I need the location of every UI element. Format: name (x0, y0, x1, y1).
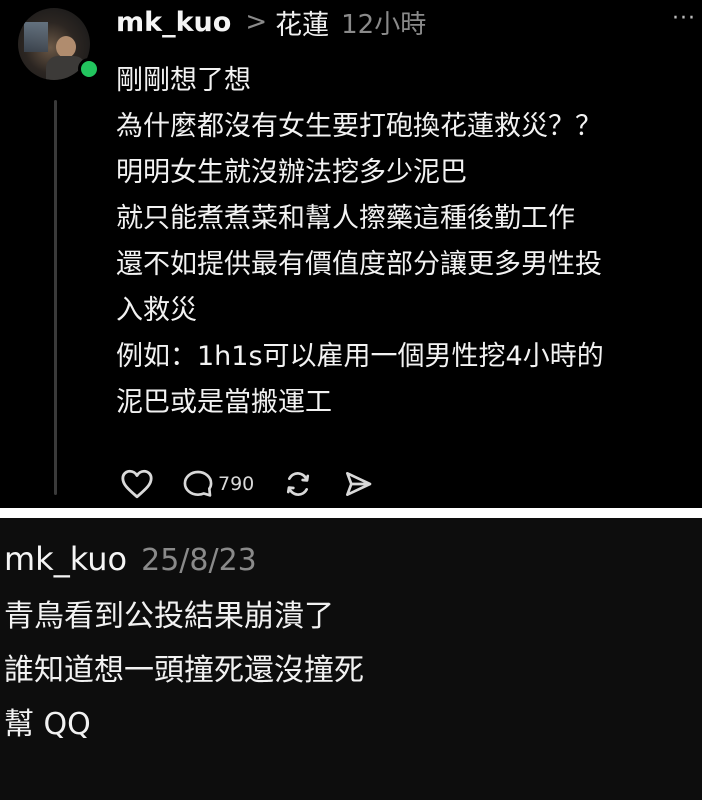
post-actions: 790 (120, 464, 374, 504)
chevron-right-icon: > (245, 7, 268, 37)
post-time: 12小時 (341, 9, 427, 40)
reply-body-line: 青鳥看到公投結果崩潰了 (4, 599, 334, 634)
heart-icon (120, 468, 154, 500)
more-options-icon[interactable]: ··· (672, 6, 696, 31)
reply-body: 青鳥看到公投結果崩潰了 誰知道想一頭撞死還沒撞死 幫 QQ (4, 590, 694, 752)
reply-header: mk_kuo 25/8/23 (4, 540, 257, 578)
comment-count: 790 (218, 473, 255, 495)
original-post: mk_kuo > 花蓮 12小時 ··· 剛剛想了想 為什麼都沒有女生要打砲換花… (0, 0, 702, 508)
reply-body-line: 幫 QQ (4, 707, 91, 742)
comment-bubble-icon (182, 468, 214, 500)
post-body-line: 泥巴或是當搬運工 (116, 387, 332, 418)
post-body-line: 剛剛想了想 (116, 65, 251, 96)
repost-button[interactable] (282, 468, 314, 500)
post-body-line: 就只能煮煮菜和幫人擦藥這種後勤工作 (116, 203, 575, 234)
topic-tag[interactable]: 花蓮 (275, 3, 329, 42)
post-body-line: 例如：1h1s可以雇用一個男性挖4小時的 (116, 341, 604, 372)
post-body-line: 還不如提供最有價值度部分讓更多男性投 (116, 249, 602, 280)
share-button[interactable] (342, 468, 374, 500)
like-button[interactable] (120, 468, 154, 500)
post-header: mk_kuo > 花蓮 12小時 (116, 2, 426, 42)
thread-line (54, 100, 57, 495)
post-body-line: 為什麼都沒有女生要打砲換花蓮救災？？ (116, 111, 602, 142)
post-body-line: 明明女生就沒辦法挖多少泥巴 (116, 157, 467, 188)
comment-button[interactable]: 790 (182, 468, 254, 500)
reply-post: mk_kuo 25/8/23 青鳥看到公投結果崩潰了 誰知道想一頭撞死還沒撞死 … (0, 518, 702, 800)
repost-icon (282, 468, 314, 500)
send-icon (342, 468, 374, 500)
avatar-background-window (24, 22, 48, 52)
reply-username[interactable]: mk_kuo (4, 540, 127, 578)
reply-body-line: 誰知道想一頭撞死還沒撞死 (4, 653, 364, 688)
post-username[interactable]: mk_kuo (116, 7, 231, 38)
reply-date: 25/8/23 (141, 543, 257, 578)
online-status-dot (78, 58, 100, 80)
avatar-face (56, 36, 76, 58)
post-body: 剛剛想了想 為什麼都沒有女生要打砲換花蓮救災？？ 明明女生就沒辦法挖多少泥巴 就… (116, 58, 700, 426)
screenshot-divider (0, 508, 702, 518)
post-body-line: 入救災 (116, 295, 197, 326)
